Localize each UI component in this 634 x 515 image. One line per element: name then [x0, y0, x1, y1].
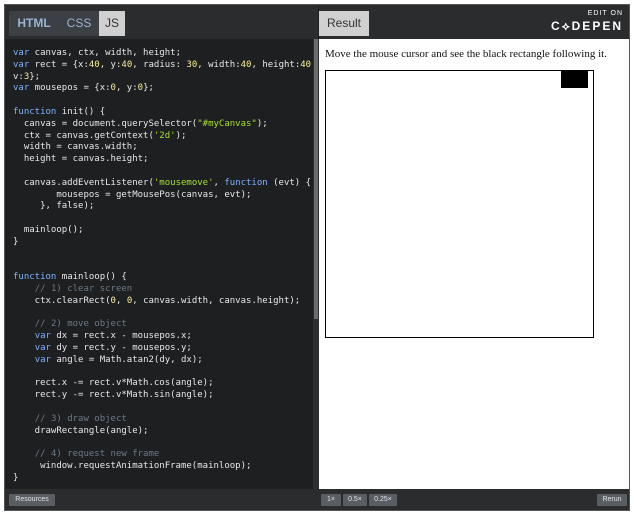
code-line: // 4) request new frame [34, 449, 160, 460]
code-line: var mousepos = {x:0, y:0}; [13, 83, 154, 94]
result-tabbar: Result EDIT ON C⟡DEPEN [319, 5, 629, 39]
code-line: } [13, 236, 19, 247]
rerun-button[interactable]: Rerun [597, 494, 627, 506]
code-line: var dx = rect.x - mousepos.x; [34, 331, 192, 342]
codepen-logo[interactable]: EDIT ON C⟡DEPEN [551, 10, 623, 34]
my-canvas[interactable] [325, 70, 594, 338]
code-line: function init() { [13, 106, 106, 117]
code-line: var canvas, ctx, width, height; [13, 48, 181, 58]
edit-on-label: EDIT ON [587, 10, 623, 17]
code-line: v:3}; [13, 71, 41, 82]
zoom-1x-button[interactable]: 1× [321, 494, 341, 506]
tab-result[interactable]: Result [319, 11, 369, 36]
code-line: window.requestAnimationFrame(mainloop); [13, 460, 252, 471]
code-line: width = canvas.width; [13, 142, 138, 153]
code-line: ctx = canvas.getContext('2d'); [13, 130, 187, 141]
tab-js[interactable]: JS [99, 11, 125, 36]
code-line: }, false); [13, 201, 95, 212]
tab-css[interactable]: CSS [59, 11, 99, 36]
code-line: var rect = {x:40, y:40, radius: 30, widt… [13, 59, 313, 70]
code-line: // 3) draw object [34, 413, 127, 424]
result-preview: Move the mouse cursor and see the black … [319, 39, 629, 489]
code-line: } [13, 472, 19, 483]
black-rectangle [561, 71, 588, 88]
resources-button[interactable]: Resources [9, 494, 55, 506]
code-line: // 2) move object [34, 319, 127, 330]
js-code-editor[interactable]: var canvas, ctx, width, height; var rect … [5, 39, 313, 489]
tab-html[interactable]: HTML [9, 11, 59, 36]
zoom-05x-button[interactable]: 0.5× [343, 494, 367, 506]
code-line: ctx.clearRect(0, 0, canvas.width, canvas… [13, 295, 301, 306]
codepen-brand-text: C⟡DEPEN [551, 19, 623, 33]
code-line: var dy = rect.y - mousepos.y; [34, 342, 192, 353]
code-line: // 1) clear screen [34, 283, 133, 294]
codepen-window: HTML CSS JS var canvas, ctx, width, heig… [4, 4, 630, 511]
scrollbar-thumb[interactable] [314, 39, 318, 319]
code-line: mousepos = getMousePos(canvas, evt); [13, 189, 252, 200]
editor-tabbar: HTML CSS JS [5, 5, 318, 39]
code-line: rect.y -= rect.v*Math.sin(angle); [13, 390, 214, 401]
bottom-toolbar: Resources 1× 0.5× 0.25× Rerun [5, 489, 629, 510]
code-line: var angle = Math.atan2(dy, dx); [34, 354, 203, 365]
code-line: canvas = document.querySelector("#myCanv… [13, 118, 268, 129]
code-line: mainloop(); [13, 224, 84, 235]
code-line: canvas.addEventListener('mousemove', fun… [13, 177, 312, 188]
code-line: height = canvas.height; [13, 154, 149, 165]
code-line: function mainloop() { [13, 272, 127, 283]
instruction-text: Move the mouse cursor and see the black … [325, 48, 607, 60]
zoom-025x-button[interactable]: 0.25× [369, 494, 397, 506]
code-line: drawRectangle(angle); [13, 425, 149, 436]
code-line: rect.x -= rect.v*Math.cos(angle); [13, 378, 214, 389]
